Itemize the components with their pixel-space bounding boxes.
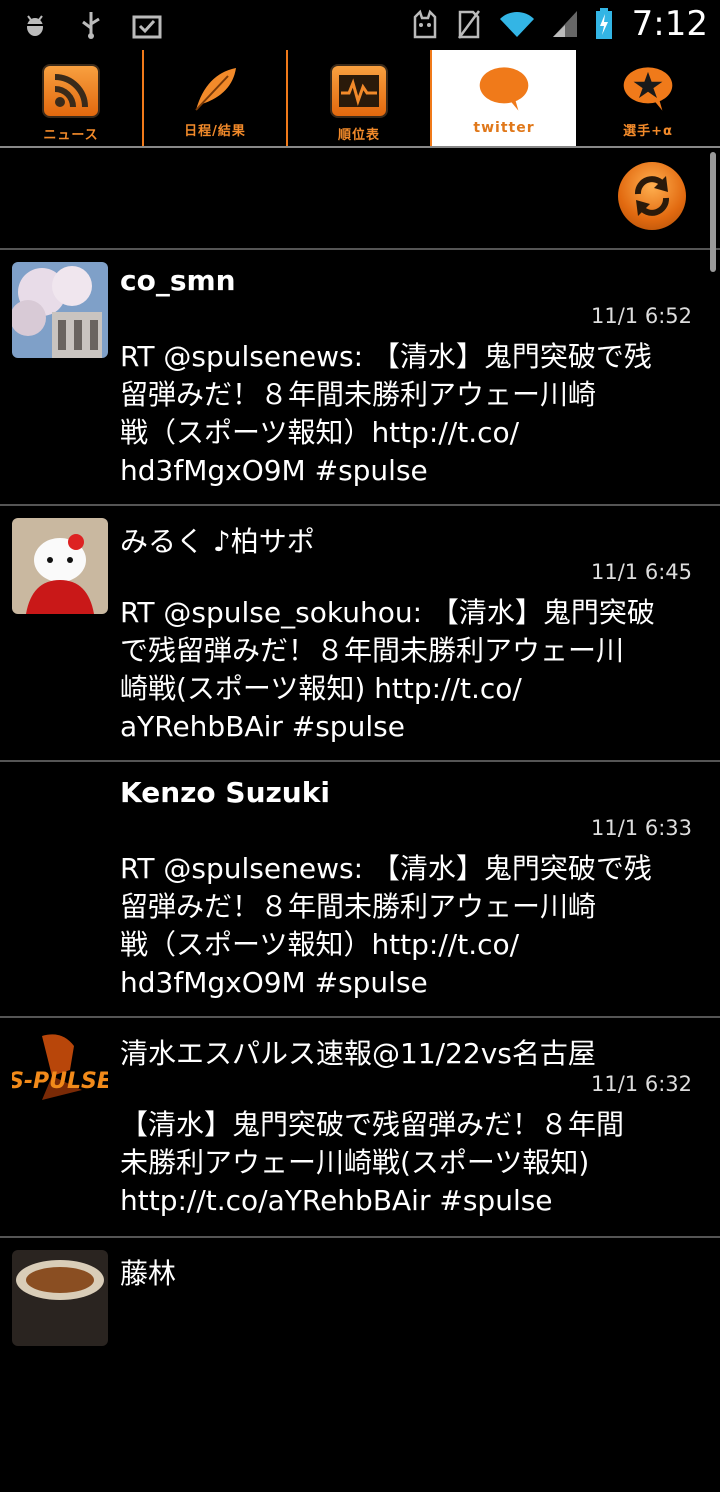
tweet-time: 11/1 6:45 [591,560,692,584]
speech-bubble-icon [477,64,531,114]
tweet-text: RT @spulse_sokuhou: 【清水】鬼門突破 で残留弾みだ！８年間未… [120,594,710,746]
hello-kitty-avatar [12,518,108,614]
tweet-line: aYRehbBAir #spulse [120,710,405,743]
tweet-line: 崎戦(スポーツ報知) http://t.co/ [120,672,522,705]
usb-icon [76,8,106,42]
tweet-line: 戦（スポーツ報知）http://t.co/ [120,928,520,961]
tweet-line: hd3fMgxO9M #spulse [120,454,428,487]
download-done-icon [132,8,162,42]
star-bubble-icon [621,64,675,114]
spulse-logo-avatar: S-PULSE [12,1030,108,1126]
pulse-chart-icon [330,64,388,118]
tab-label: 日程/結果 [184,124,246,139]
refresh-icon [635,176,669,216]
tweet-line: 戦（スポーツ報知）http://t.co/ [120,416,520,449]
wifi-icon [498,7,536,41]
tweet-item[interactable]: みるく ♪柏サポ 11/1 6:45 RT @spulse_sokuhou: 【… [0,506,720,762]
tweet-time: 11/1 6:32 [591,1072,692,1096]
tab-players[interactable]: 選手+α [576,50,720,146]
tweet-item[interactable]: S-PULSE 清水エスパルス速報@11/22vs名古屋 11/1 6:32 【… [0,1018,720,1238]
tweet-item[interactable]: co_smn 11/1 6:52 RT @spulsenews: 【清水】鬼門突… [0,250,720,506]
feather-icon [188,64,242,114]
tweet-line: 留弾みだ！８年間未勝利アウェー川崎 [120,890,597,923]
tweet-username[interactable]: 清水エスパルス速報@11/22vs名古屋 [120,1032,596,1072]
tweet-username[interactable]: co_smn [120,264,236,297]
tab-schedule[interactable]: 日程/結果 [144,50,288,146]
battery-charging-icon [594,7,614,41]
tab-label: ニュース [43,128,99,143]
tab-bar: ニュース 日程/結果 順位表 twitter 選手+α [0,50,720,146]
signal-icon [550,7,580,41]
tab-label: twitter [473,120,535,136]
tweet-line: RT @spulsenews: 【清水】鬼門突破で残 [120,340,652,373]
tab-news[interactable]: ニュース [0,50,144,146]
tweet-item[interactable]: Kenzo Suzuki 11/1 6:33 RT @spulsenews: 【… [0,762,720,1018]
tweet-time: 11/1 6:33 [591,816,692,840]
tweet-username[interactable]: みるく ♪柏サポ [120,520,315,560]
tweet-line: 未勝利アウェー川崎戦(スポーツ報知) [120,1146,590,1179]
tweet-line: RT @spulsenews: 【清水】鬼門突破で残 [120,852,652,885]
tweet-item[interactable]: 藤林 [0,1238,720,1492]
tab-label: 選手+α [623,124,673,139]
tweet-text: RT @spulsenews: 【清水】鬼門突破で残 留弾みだ！８年間未勝利アウ… [120,850,710,1002]
tab-standings[interactable]: 順位表 [288,50,432,146]
status-bar: 7:12 [0,0,720,50]
tweet-line: http://t.co/aYRehbBAir #spulse [120,1184,553,1217]
spulse-logo-text: S-PULSE [12,1069,108,1094]
tweet-line: 留弾みだ！８年間未勝利アウェー川崎 [120,378,597,411]
refresh-bar [0,148,720,250]
tweet-line: RT @spulse_sokuhou: 【清水】鬼門突破 [120,596,655,629]
tweet-line: 【清水】鬼門突破で残留弾みだ！８年間 [120,1108,625,1141]
tab-label: 順位表 [337,128,380,143]
no-sim-icon [454,7,484,41]
android-debug-icon [20,8,50,42]
tweet-username[interactable]: Kenzo Suzuki [120,776,330,809]
cherry-blossom-avatar [12,262,108,358]
tweet-text: RT @spulsenews: 【清水】鬼門突破で残 留弾みだ！８年間未勝利アウ… [120,338,710,490]
cat-icon [410,7,440,41]
refresh-button[interactable] [618,162,686,230]
tweet-text: 【清水】鬼門突破で残留弾みだ！８年間 未勝利アウェー川崎戦(スポーツ報知) ht… [120,1106,710,1220]
status-clock: 7:12 [631,4,708,44]
rss-icon [42,64,100,118]
tweet-line: で残留弾みだ！８年間未勝利アウェー川 [120,634,625,667]
tweet-line: hd3fMgxO9M #spulse [120,966,428,999]
tweet-time: 11/1 6:52 [591,304,692,328]
tweet-list: co_smn 11/1 6:52 RT @spulsenews: 【清水】鬼門突… [0,250,720,1492]
food-avatar [12,1250,108,1346]
tab-twitter[interactable]: twitter [432,50,576,146]
tweet-username[interactable]: 藤林 [120,1252,176,1292]
